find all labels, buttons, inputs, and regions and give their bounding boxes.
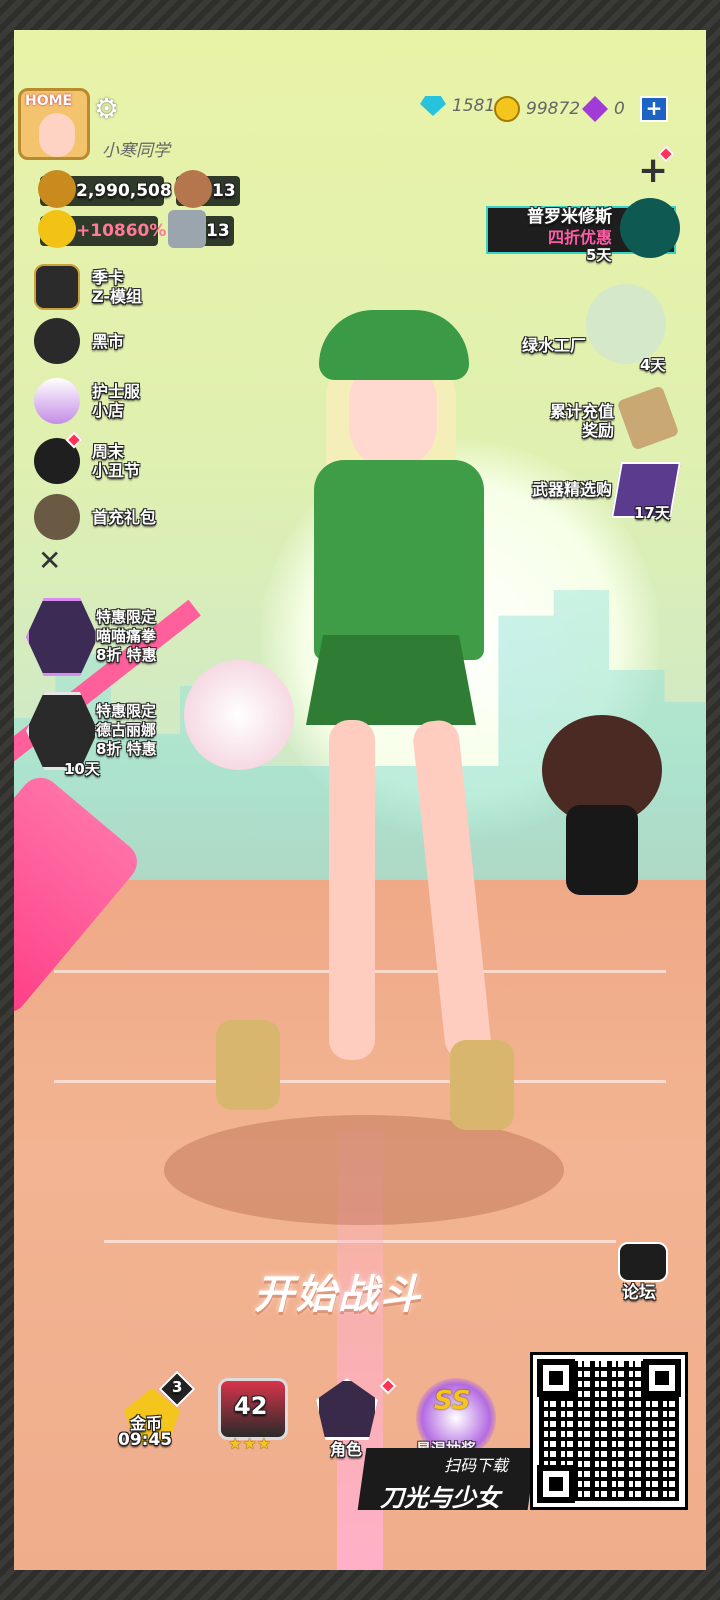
start-battle-button[interactable]: 开始战斗 — [254, 1262, 422, 1320]
greenwater-avatar — [586, 284, 666, 364]
prism-value: 0 — [614, 99, 625, 119]
ss-gacha-button[interactable]: SS 星混抽奖 — [416, 1378, 496, 1458]
weapon-days: 17天 — [634, 504, 670, 522]
bear-icon — [174, 170, 212, 208]
promo-degulina[interactable]: 特惠限定 德古丽娜 8折 特惠 10天 — [26, 692, 186, 778]
forum-button[interactable]: 论坛 — [614, 1242, 672, 1303]
close-icon[interactable]: ✕ — [38, 544, 61, 577]
promo-days: 10天 — [64, 760, 100, 778]
scan-download-label: 扫码下载 — [444, 1456, 509, 1475]
sale-tag-icon — [616, 385, 680, 451]
menu-weapon-select[interactable]: 武器精选购 17天 — [456, 460, 681, 522]
smile-icon — [38, 210, 76, 248]
qr-code[interactable] — [530, 1352, 688, 1510]
greenwater-days: 4天 — [640, 356, 666, 374]
game-title: 刀光与少女 — [380, 1484, 500, 1512]
add-currency-button[interactable]: + — [640, 96, 668, 122]
weapon-stat[interactable]: 13 — [168, 210, 234, 248]
menu-first-recharge[interactable]: 首充礼包 — [34, 494, 214, 542]
ss-badge: SS — [434, 1386, 471, 1416]
gear-icon[interactable]: ⚙ — [94, 92, 126, 125]
bear-stat[interactable]: 13 — [174, 170, 240, 208]
gift-bag-icon — [34, 494, 80, 540]
gem-icon — [420, 96, 446, 116]
promo-avatar — [26, 598, 98, 676]
coin-counter[interactable]: 99872 — [494, 96, 580, 122]
prometheus-days: 5天 — [586, 246, 612, 264]
gem-counter[interactable]: 1581 — [420, 96, 495, 116]
gold-badge: 3 — [172, 1378, 183, 1396]
gem-value: 1581 — [452, 96, 496, 116]
menu-season-card[interactable]: 季卡 Z-模组 — [34, 264, 214, 312]
menu-black-market[interactable]: 黑市 — [34, 318, 214, 366]
menu-prometheus[interactable]: 普罗米修斯 四折优惠 5天 — [456, 198, 680, 264]
menu-greenwater-factory[interactable]: 绿水工厂 4天 — [456, 284, 676, 374]
prometheus-icon — [620, 198, 680, 258]
npc-afro-character[interactable] — [542, 715, 672, 905]
rank-stars: ★★★ — [228, 1434, 272, 1453]
character-helmet-icon — [316, 1378, 378, 1440]
bonus-value: +10860% — [76, 221, 167, 241]
trophy-stat[interactable]: 2,990,508 — [38, 170, 172, 208]
menu-clown-festival[interactable]: 周末 小丑节 — [34, 438, 214, 486]
coin-icon — [494, 96, 520, 122]
gold-reward-button[interactable]: 金币 09:45 3 — [112, 1370, 196, 1458]
trophy-value: 2,990,508 — [76, 181, 172, 201]
coin-value: 99872 — [526, 99, 581, 119]
prism-counter[interactable]: 0 — [582, 96, 625, 122]
level-button[interactable]: 42 ★★★ — [214, 1378, 294, 1458]
player-name: 小寒同学 — [102, 141, 170, 161]
bear-value: 13 — [212, 181, 236, 201]
weapon-value: 13 — [206, 221, 230, 241]
weapon-hammer-head — [184, 660, 294, 770]
home-label: HOME — [25, 93, 73, 109]
sword-icon — [168, 210, 206, 248]
character-button[interactable]: 角色 — [312, 1377, 397, 1459]
menu-recharge-reward[interactable]: 累计充值 奖励 — [456, 385, 680, 452]
prism-icon — [582, 96, 608, 122]
nurse-cap-icon — [34, 378, 80, 424]
player-avatar[interactable]: HOME — [18, 88, 90, 160]
promo-meow-fist[interactable]: 特惠限定 喵喵痛拳 8折 特惠 — [26, 598, 186, 684]
trophy-icon — [38, 170, 76, 208]
z-module-icon — [34, 264, 80, 310]
menu-nurse-shop[interactable]: 护士服 小店 — [34, 378, 214, 426]
bonus-stat[interactable]: +10860% — [38, 210, 166, 248]
forum-icon — [618, 1242, 668, 1282]
spade-icon — [34, 318, 80, 364]
